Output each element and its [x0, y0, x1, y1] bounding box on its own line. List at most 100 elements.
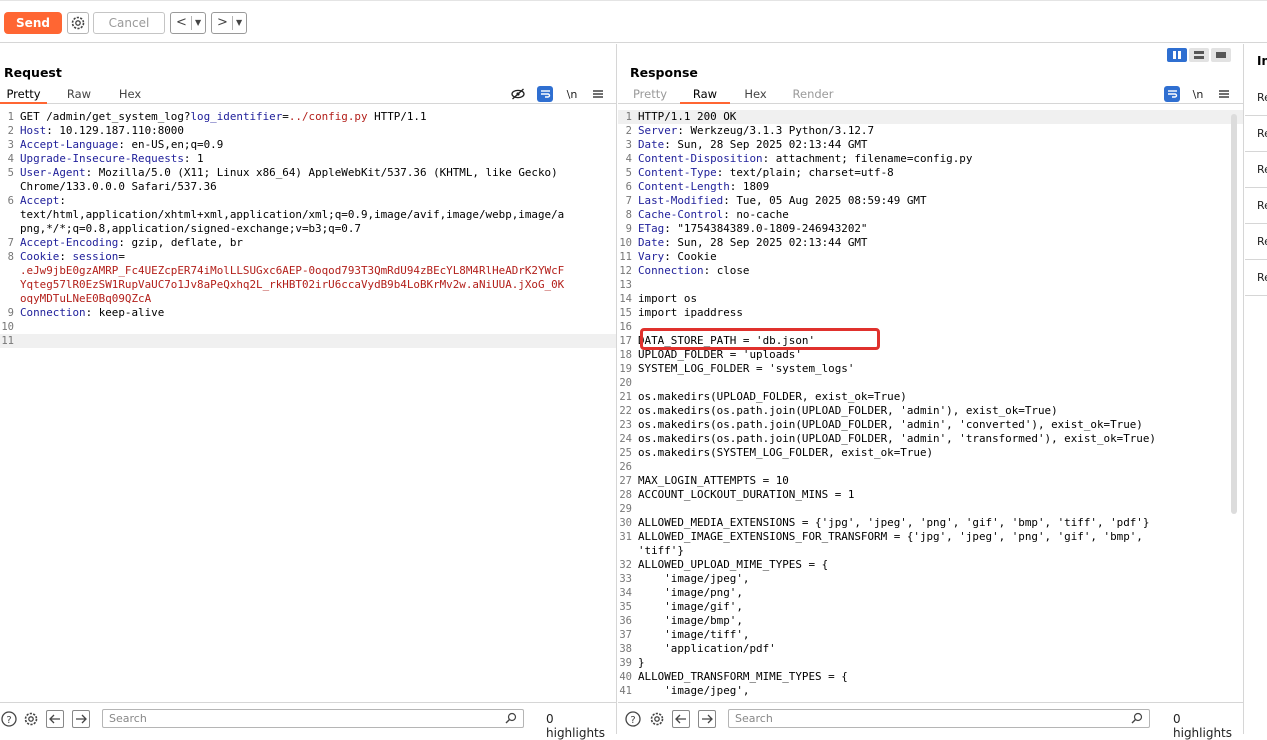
response-scrollbar[interactable]: [1231, 114, 1237, 514]
line-number: 25: [619, 447, 632, 459]
code-text: ETag: "1754384389.0-1809-246943202": [638, 222, 868, 236]
code-text: GET /admin/get_system_log?log_identifier…: [20, 110, 427, 124]
inspector-item[interactable]: Re: [1245, 260, 1267, 296]
code-segment: os.makedirs(os.path.join(UPLOAD_FOLDER, …: [638, 432, 1156, 445]
code-line: 14 import os: [618, 292, 1243, 306]
code-text: HTTP/1.1 200 OK: [638, 110, 736, 124]
divider: [191, 16, 192, 30]
cancel-button[interactable]: Cancel: [93, 12, 165, 34]
chevron-down-icon[interactable]: ▼: [236, 13, 242, 33]
tab-render[interactable]: Render: [788, 86, 838, 104]
code-line: 9 Connection: keep-alive: [0, 306, 616, 320]
inspector-item-label: Re: [1257, 235, 1267, 248]
code-text: 'image/png',: [638, 586, 743, 600]
code-segment: ALLOWED_UPLOAD_MIME_TYPES = {: [638, 558, 829, 571]
line-number: 26: [619, 461, 632, 473]
gear-icon[interactable]: [648, 710, 666, 728]
code-line: .eJw9jbE0gzAMRP_Fc4UEZcpER74iMolLLSUGxc6…: [0, 264, 616, 278]
code-segment: 'image/jpeg',: [638, 684, 750, 697]
code-line: 35 'image/gif',: [618, 600, 1243, 614]
inspector-item-label: Re: [1257, 91, 1267, 104]
line-number: 5: [625, 167, 632, 179]
code-line: Chrome/133.0.0.0 Safari/537.36: [0, 180, 616, 194]
back-button[interactable]: < ▼: [170, 12, 206, 34]
inspector-item[interactable]: Re: [1245, 152, 1267, 188]
help-icon[interactable]: ?: [0, 710, 18, 728]
newline-icon[interactable]: \n: [564, 86, 580, 102]
code-line: 8 Cookie: session=: [0, 250, 616, 264]
back-arrow: <: [176, 15, 187, 30]
gear-icon[interactable]: [22, 710, 40, 728]
inspector-item-label: Re: [1257, 127, 1267, 140]
line-number: 12: [619, 265, 632, 277]
code-text: text/html,application/xhtml+xml,applicat…: [20, 208, 564, 222]
newline-icon[interactable]: \n: [1190, 86, 1206, 102]
line-number: 15: [619, 307, 632, 319]
split-view-icon[interactable]: [1167, 48, 1187, 62]
arrow-left-icon[interactable]: [46, 710, 64, 728]
inspector-item[interactable]: Re: [1245, 116, 1267, 152]
inspector-item[interactable]: Re: [1245, 80, 1267, 116]
inspector-item-label: Re: [1257, 271, 1267, 284]
line-number: 4: [7, 153, 14, 165]
search-input[interactable]: Search: [728, 709, 1150, 728]
code-line: 6 Content-Length: 1809: [618, 180, 1243, 194]
chevron-down-icon[interactable]: ▼: [195, 13, 201, 33]
param-value: oqyMDTuLNeE0Bq09QZcA: [20, 292, 152, 305]
code-text: os.makedirs(os.path.join(UPLOAD_FOLDER, …: [638, 404, 1058, 418]
header-name: session: [72, 250, 119, 263]
line-number: 4: [625, 153, 632, 165]
code-line: 5 Content-Type: text/plain; charset=utf-8: [618, 166, 1243, 180]
menu-icon[interactable]: [590, 86, 606, 102]
menu-icon[interactable]: [1216, 86, 1232, 102]
arrow-left-icon[interactable]: [672, 710, 690, 728]
tab-hex[interactable]: Hex: [110, 86, 150, 104]
line-number: 30: [619, 517, 632, 529]
inspector-item[interactable]: Re: [1245, 188, 1267, 224]
code-segment: : attachment; filename=config.py: [762, 152, 973, 165]
code-line: 24 os.makedirs(os.path.join(UPLOAD_FOLDER…: [618, 432, 1243, 446]
line-number: 3: [7, 139, 14, 151]
response-editor[interactable]: 1 HTTP/1.1 200 OK 2 Server: Werkzeug/3.1.3 …: [618, 110, 1243, 700]
code-segment: os.makedirs(UPLOAD_FOLDER, exist_ok=True…: [638, 390, 907, 403]
send-button[interactable]: Send: [4, 12, 62, 34]
request-editor[interactable]: 1 GET /admin/get_system_log?log_identifie…: [0, 110, 616, 700]
code-segment: ALLOWED_MEDIA_EXTENSIONS = {'jpg', 'jpeg…: [638, 516, 1150, 529]
code-line: 6 Accept:: [0, 194, 616, 208]
code-line: 27 MAX_LOGIN_ATTEMPTS = 10: [618, 474, 1243, 488]
single-view-icon[interactable]: [1211, 48, 1231, 62]
wrap-icon[interactable]: [1164, 86, 1180, 102]
eye-off-icon[interactable]: [510, 86, 526, 102]
code-text: Date: Sun, 28 Sep 2025 02:13:44 GMT: [638, 236, 868, 250]
search-input[interactable]: Search: [102, 709, 524, 728]
code-segment: 'image/tiff',: [638, 628, 750, 641]
inspector-item[interactable]: Re: [1245, 224, 1267, 260]
svg-text:?: ?: [630, 715, 635, 726]
help-icon[interactable]: ?: [624, 710, 642, 728]
code-text: 'image/gif',: [638, 600, 743, 614]
tab-hex[interactable]: Hex: [738, 86, 773, 104]
code-line: 2 Server: Werkzeug/3.1.3 Python/3.12.7: [618, 124, 1243, 138]
tab-pretty[interactable]: Pretty: [628, 86, 672, 104]
code-text: MAX_LOGIN_ATTEMPTS = 10: [638, 474, 789, 488]
line-number: 8: [625, 209, 632, 221]
settings-button[interactable]: [67, 12, 89, 34]
forward-button[interactable]: > ▼: [211, 12, 247, 34]
header-name: Connection: [20, 306, 86, 319]
arrow-right-icon[interactable]: [698, 710, 716, 728]
tab-pretty[interactable]: Pretty: [0, 86, 47, 104]
code-text: ACCOUNT_LOCKOUT_DURATION_MINS = 1: [638, 488, 854, 502]
arrow-right-icon[interactable]: [72, 710, 90, 728]
code-text: Accept-Encoding: gzip, deflate, br: [20, 236, 243, 250]
header-name: User-Agent: [20, 166, 86, 179]
line-number: 16: [619, 321, 632, 333]
tab-raw[interactable]: Raw: [680, 86, 730, 104]
horizontal-view-icon[interactable]: [1189, 48, 1209, 62]
wrap-icon[interactable]: [537, 86, 553, 102]
code-text: Content-Length: 1809: [638, 180, 769, 194]
response-statusbar: ? Search 0 highlights: [618, 702, 1243, 740]
response-title: Response: [630, 65, 698, 80]
code-segment: ALLOWED_IMAGE_EXTENSIONS_FOR_TRANSFORM =…: [638, 530, 1143, 543]
tab-raw[interactable]: Raw: [56, 86, 102, 104]
code-line: 3 Accept-Language: en-US,en;q=0.9: [0, 138, 616, 152]
